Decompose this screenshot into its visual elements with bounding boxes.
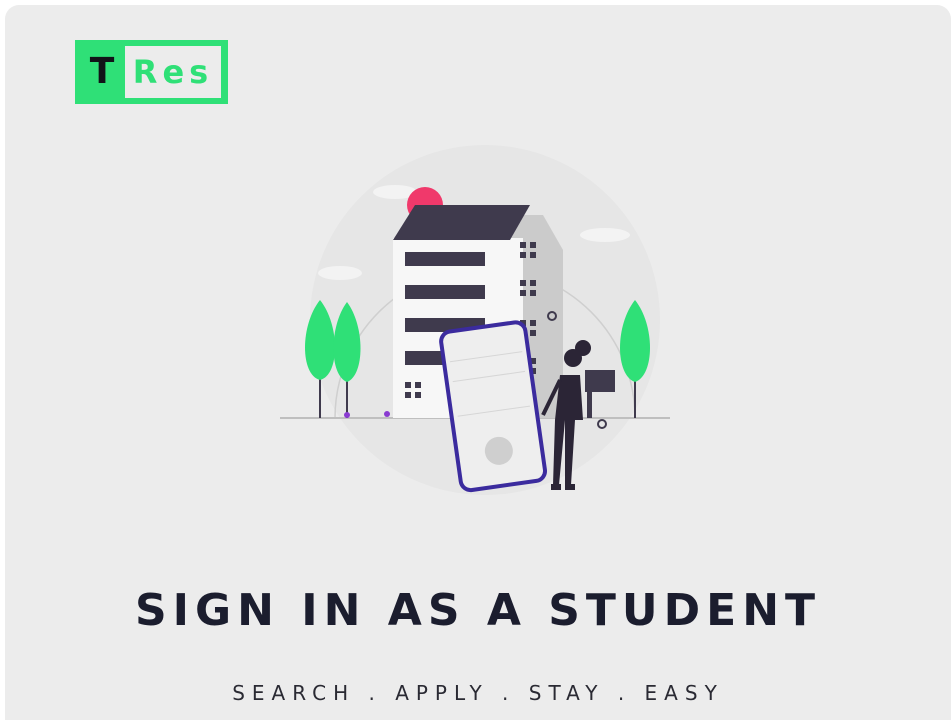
tagline: SEARCH . APPLY . STAY . EASY [232,681,724,705]
student-residence-illustration [275,120,695,510]
illustration-svg [280,145,670,495]
logo-word: Res [125,46,221,98]
logo-letter: T [89,51,115,92]
sign-in-card: T Res SIGN IN AS A STUDENT SEARCH . APPL… [5,5,951,720]
tres-logo[interactable]: T Res [75,40,228,104]
cloud [318,266,362,280]
building-roof [393,205,530,240]
cloud [580,228,630,242]
page-title: SIGN IN AS A STUDENT [134,585,822,636]
